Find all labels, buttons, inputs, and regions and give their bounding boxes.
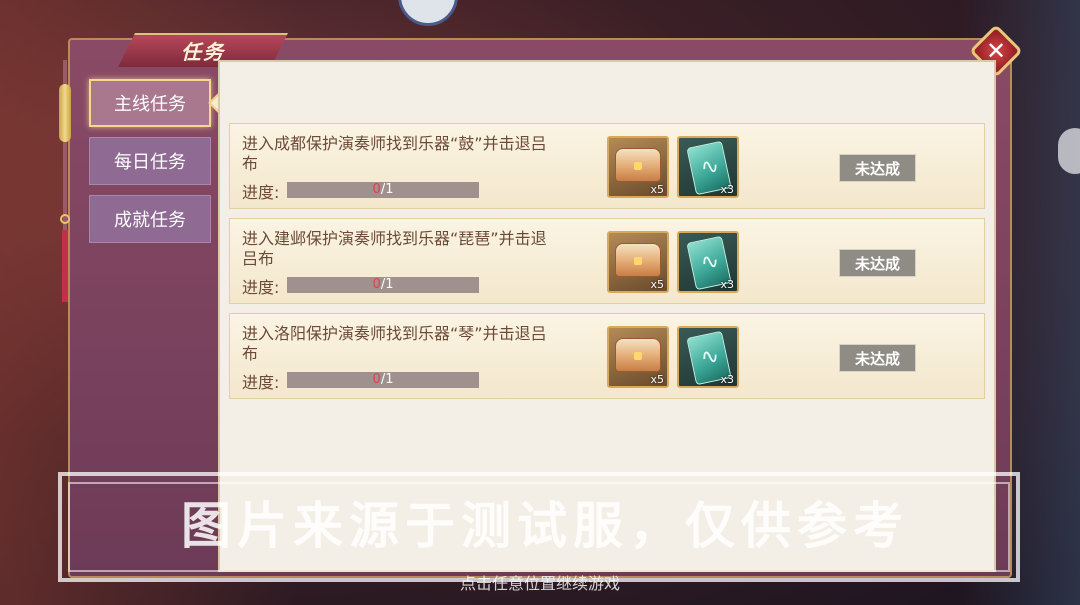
reward-qty: x3 [720, 183, 734, 196]
reward-item[interactable]: x3 [677, 231, 739, 293]
task-tabs: 主线任务 每日任务 成就任务 [89, 79, 213, 253]
progress-current: 0 [372, 277, 381, 292]
watermark-text: 图片来源于测试服，仅供参考 [181, 497, 909, 555]
tab-achievement-quest[interactable]: 成就任务 [89, 195, 211, 243]
progress-total: /1 [380, 277, 394, 292]
side-drawer-handle[interactable] [1058, 128, 1080, 174]
quest-title: 进入建邺保护演奏师找到乐器“琵琶”并击退吕布 [242, 229, 547, 268]
reward-item[interactable]: x5 [607, 231, 669, 293]
reward-qty: x5 [650, 183, 664, 196]
quest-item: 进入洛阳保护演奏师找到乐器“琴”并击退吕布 进度: 0/1 x5 x3 未达成 [229, 313, 985, 399]
status-button[interactable]: 未达成 [839, 249, 916, 277]
progress-label: 进度: [242, 373, 280, 392]
status-button[interactable]: 未达成 [839, 344, 916, 372]
treasure-chest-icon [615, 338, 661, 372]
reward-qty: x3 [720, 373, 734, 386]
progress-current: 0 [372, 182, 381, 197]
quest-list: 进入成都保护演奏师找到乐器“鼓”并击退吕布 进度: 0/1 x5 x3 未达成 … [229, 123, 985, 408]
reward-item[interactable]: x3 [677, 326, 739, 388]
status-button[interactable]: 未达成 [839, 154, 916, 182]
reward-item[interactable]: x5 [607, 136, 669, 198]
progress-total: /1 [380, 372, 394, 387]
continue-hint[interactable]: 点击任意位置继续游戏 [0, 570, 1080, 594]
progress-label: 进度: [242, 278, 280, 297]
tab-main-quest[interactable]: 主线任务 [89, 79, 211, 127]
avatar [398, 0, 458, 26]
tab-daily-quest[interactable]: 每日任务 [89, 137, 211, 185]
reward-item[interactable]: x3 [677, 136, 739, 198]
reward-qty: x5 [650, 373, 664, 386]
progress-bar: 0/1 [287, 277, 479, 293]
progress-bar: 0/1 [287, 372, 479, 388]
progress-bar: 0/1 [287, 182, 479, 198]
reward-qty: x3 [720, 278, 734, 291]
hanging-ornament-icon [58, 60, 72, 302]
quest-title: 进入成都保护演奏师找到乐器“鼓”并击退吕布 [242, 134, 547, 173]
progress-label: 进度: [242, 183, 280, 202]
treasure-chest-icon [615, 148, 661, 182]
treasure-chest-icon [615, 243, 661, 277]
reward-item[interactable]: x5 [607, 326, 669, 388]
quest-item: 进入成都保护演奏师找到乐器“鼓”并击退吕布 进度: 0/1 x5 x3 未达成 [229, 123, 985, 209]
reward-qty: x5 [650, 278, 664, 291]
progress-current: 0 [372, 372, 381, 387]
progress-total: /1 [380, 182, 394, 197]
quest-item: 进入建邺保护演奏师找到乐器“琵琶”并击退吕布 进度: 0/1 x5 x3 未达成 [229, 218, 985, 304]
quest-title: 进入洛阳保护演奏师找到乐器“琴”并击退吕布 [242, 324, 547, 363]
